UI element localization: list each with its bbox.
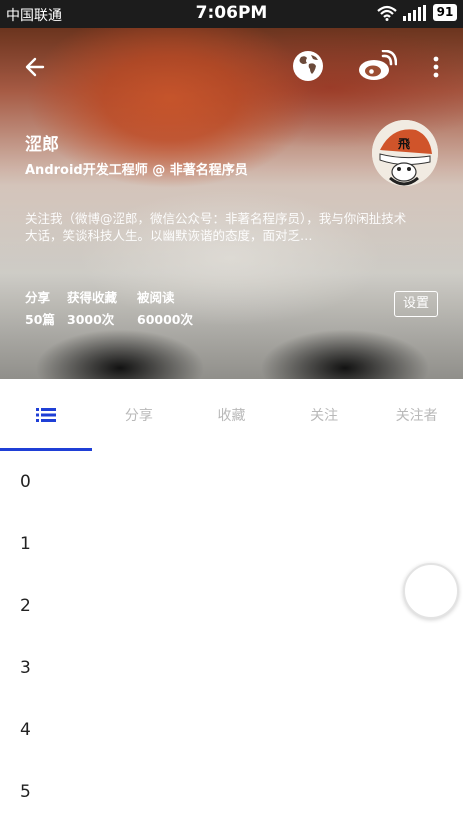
tab-followers[interactable]: 关注者 <box>370 379 463 451</box>
stats-values-row: 50篇 3000次 60000次 <box>25 309 217 328</box>
tab-favorites[interactable]: 收藏 <box>185 379 278 451</box>
signal-icon <box>403 4 427 21</box>
list-item[interactable]: 5 <box>0 761 463 821</box>
globe-icon <box>293 51 323 81</box>
stat-label-shares: 分享 <box>25 290 51 305</box>
status-bar: 中国联通 7:06PM 91 <box>0 0 463 28</box>
profile-header: 飛 涩郎 Android开发工程师 @ 非著名程序员 关注我（微博@涩郎，微信公… <box>0 28 463 379</box>
stat-label-reads: 被阅读 <box>137 290 175 305</box>
list-item[interactable]: 2 <box>0 575 463 637</box>
list-item[interactable]: 0 <box>0 451 463 513</box>
list-icon <box>36 408 57 422</box>
wifi-icon <box>377 5 397 21</box>
profile-name: 涩郎 <box>25 135 59 155</box>
more-vertical-icon <box>433 56 439 78</box>
globe-button[interactable] <box>290 48 326 84</box>
weibo-icon <box>359 50 397 80</box>
list-item[interactable]: 3 <box>0 637 463 699</box>
back-button[interactable] <box>18 50 52 84</box>
avatar[interactable]: 飛 <box>372 120 438 186</box>
more-options-button[interactable] <box>424 50 448 84</box>
list-item[interactable]: 4 <box>0 699 463 761</box>
stat-value-reads: 60000次 <box>137 312 193 327</box>
status-right: 91 <box>377 4 457 21</box>
back-arrow-icon <box>25 57 45 77</box>
tab-following[interactable]: 关注 <box>278 379 371 451</box>
list-item[interactable]: 1 <box>0 513 463 575</box>
profile-job-title: Android开发工程师 @ 非著名程序员 <box>25 163 248 178</box>
profile-stats: 分享 获得收藏 被阅读 50篇 3000次 60000次 <box>25 287 217 328</box>
svg-text:飛: 飛 <box>397 137 410 151</box>
profile-bio: 关注我（微博@涩郎，微信公众号：非著名程序员），我与你闲扯技术大话，笑谈科技人生… <box>25 211 407 243</box>
tab-bar: 分享 收藏 关注 关注者 <box>0 379 463 451</box>
battery-indicator: 91 <box>433 4 457 21</box>
tab-shares[interactable]: 分享 <box>93 379 186 451</box>
weibo-button[interactable] <box>356 48 398 84</box>
stat-label-favorites: 获得收藏 <box>67 290 118 305</box>
settings-button[interactable]: 设置 <box>394 291 438 317</box>
stat-value-favorites: 3000次 <box>67 312 115 327</box>
stat-value-shares: 50篇 <box>25 312 55 327</box>
tab-list[interactable] <box>0 379 93 451</box>
content-list: 0 1 2 3 4 5 <box>0 451 463 821</box>
floating-action-button[interactable] <box>403 563 459 619</box>
stats-labels-row: 分享 获得收藏 被阅读 <box>25 287 217 306</box>
